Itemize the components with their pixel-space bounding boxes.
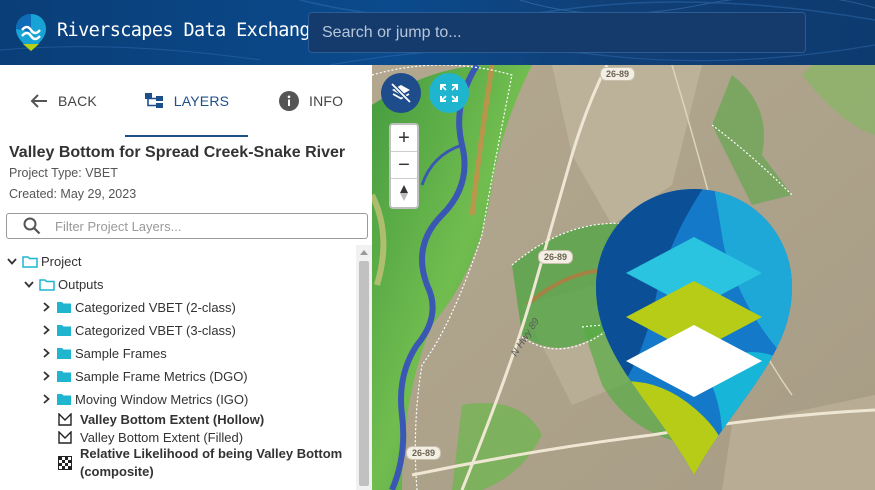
expand-icon: [440, 84, 458, 102]
tree-item-label: Outputs: [58, 276, 104, 292]
layer-item[interactable]: Relative Likelihood of being Valley Bott…: [58, 445, 342, 481]
folder-open-icon: [39, 278, 55, 291]
layer-label-suffix: (composite): [80, 464, 154, 479]
project-created-date: Created: May 29, 2023: [9, 187, 137, 201]
project-panel: BACK LAYERS INFO Valley Bottom for Sprea…: [0, 65, 372, 490]
tab-back[interactable]: BACK: [30, 65, 97, 137]
riverscapes-logo-icon[interactable]: [14, 12, 48, 52]
chevron-right-icon[interactable]: [40, 302, 52, 312]
folder-icon: [56, 301, 72, 314]
layers-tree-icon: [144, 92, 164, 110]
chevron-down-icon[interactable]: [23, 280, 35, 288]
compass-icon: [400, 184, 408, 201]
tab-back-label: BACK: [58, 93, 97, 109]
zoom-control: + −: [389, 123, 419, 209]
folder-open-icon: [22, 255, 38, 268]
arrow-left-icon: [30, 93, 48, 109]
zoom-out-button[interactable]: −: [391, 152, 417, 179]
layer-filter[interactable]: [6, 213, 368, 239]
tree-item-outputs[interactable]: Outputs: [23, 273, 104, 295]
tree-item-project[interactable]: Project: [6, 250, 81, 272]
tree-item-label: Categorized VBET (3-class): [75, 322, 236, 338]
app-header: Riverscapes Data Exchange: [0, 0, 875, 65]
tree-item-folder[interactable]: Sample Frame Metrics (DGO): [40, 365, 248, 387]
tree-item-label: Moving Window Metrics (IGO): [75, 391, 249, 407]
zoom-in-button[interactable]: +: [391, 125, 417, 152]
tab-layers-label: LAYERS: [173, 93, 230, 109]
polygon-layer-icon: [58, 430, 72, 444]
search-input[interactable]: [309, 13, 805, 52]
map-view[interactable]: 26-89 26-89 26-89 N Hwy 89 + −: [372, 65, 875, 490]
folder-icon: [56, 347, 72, 360]
chevron-right-icon[interactable]: [40, 325, 52, 335]
tree-item-label: Sample Frames: [75, 345, 167, 361]
tab-info[interactable]: INFO: [279, 65, 343, 137]
filter-input[interactable]: [55, 214, 355, 238]
chevron-right-icon[interactable]: [40, 394, 52, 404]
riverscapes-layers-logo-icon: [596, 189, 792, 475]
tree-scrollbar[interactable]: [356, 245, 372, 490]
layer-label: Valley Bottom Extent (Hollow): [80, 411, 265, 427]
tree-item-folder[interactable]: Categorized VBET (3-class): [40, 319, 236, 341]
polygon-layer-icon: [58, 412, 72, 426]
global-search[interactable]: [308, 12, 806, 53]
folder-icon: [56, 324, 72, 337]
scrollbar-thumb[interactable]: [359, 261, 369, 486]
fullscreen-button[interactable]: [429, 73, 469, 113]
app-title[interactable]: Riverscapes Data Exchange: [57, 20, 321, 41]
chevron-right-icon[interactable]: [40, 348, 52, 358]
tab-layers[interactable]: LAYERS: [125, 65, 248, 137]
tree-item-folder[interactable]: Sample Frames: [40, 342, 167, 364]
road-badge: 26-89: [538, 250, 574, 264]
tree-item-label: Sample Frame Metrics (DGO): [75, 368, 248, 384]
compass-reset-button[interactable]: [391, 179, 417, 206]
layer-tree: Project Outputs Categorized VBET (2-clas…: [0, 249, 356, 490]
tree-item-label: Project: [41, 253, 82, 269]
search-icon: [23, 217, 41, 240]
folder-icon: [56, 393, 72, 406]
chevron-right-icon[interactable]: [40, 371, 52, 381]
raster-layer-icon: [58, 456, 72, 470]
panel-tabs: BACK LAYERS INFO: [0, 65, 372, 137]
info-icon: [279, 91, 299, 111]
tree-item-folder[interactable]: Categorized VBET (2-class): [40, 296, 236, 318]
tab-info-label: INFO: [309, 93, 344, 109]
folder-icon: [56, 370, 72, 383]
project-title: Valley Bottom for Spread Creek-Snake Riv…: [9, 144, 346, 161]
road-badge: 26-89: [600, 67, 636, 81]
tree-item-label: Categorized VBET (2-class): [75, 299, 236, 315]
layers-off-icon: [390, 82, 412, 104]
project-type: Project Type: VBET: [9, 166, 118, 180]
road-badge: 26-89: [406, 446, 442, 460]
chevron-down-icon[interactable]: [6, 257, 18, 265]
layer-label: Valley Bottom Extent (Filled): [80, 429, 244, 445]
toggle-layers-button[interactable]: [381, 73, 421, 113]
layer-label: Relative Likelihood of being Valley Bott…: [80, 446, 343, 461]
scroll-up-arrow-icon[interactable]: [360, 250, 368, 255]
tree-item-folder[interactable]: Moving Window Metrics (IGO): [40, 388, 248, 410]
